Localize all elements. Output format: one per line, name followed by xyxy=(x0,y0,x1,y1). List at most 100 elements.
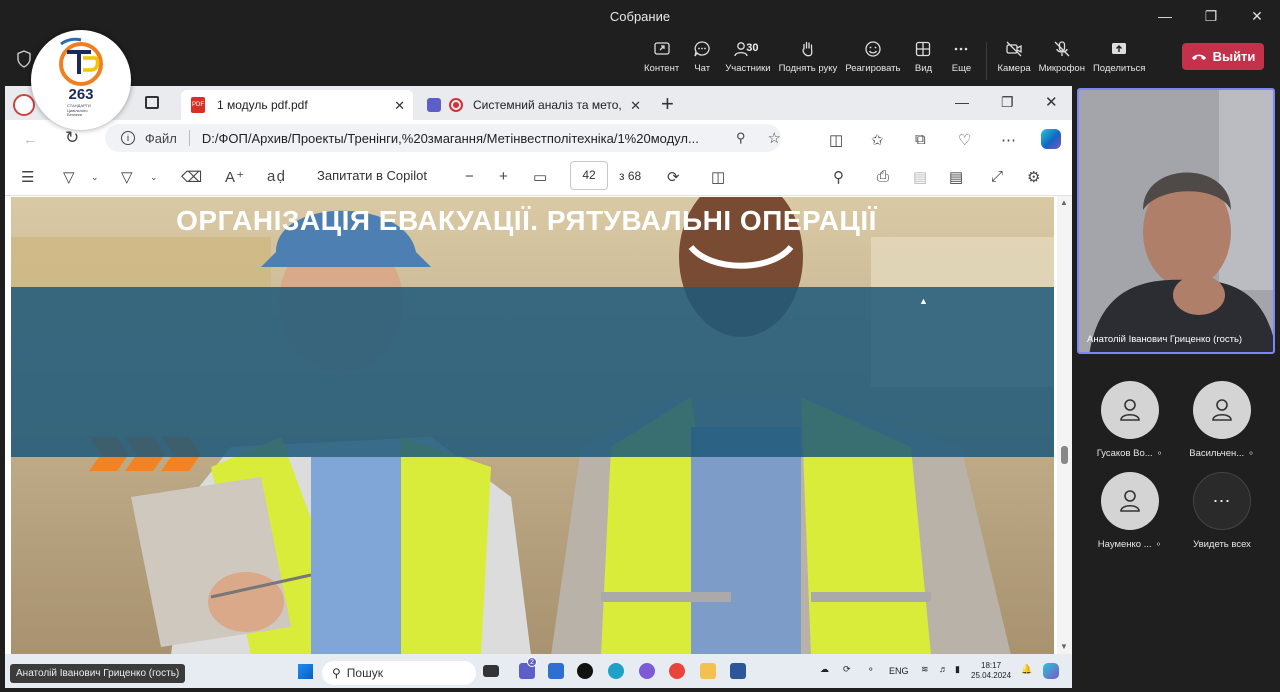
browser-tabstrip: PDF 1 модуль pdf.pdf ✕ Системний аналіз … xyxy=(5,86,1072,120)
chrome-icon[interactable] xyxy=(669,663,685,679)
search-icon: ⚲ xyxy=(332,666,341,680)
battery-icon[interactable]: ▮ xyxy=(955,664,960,675)
mic-muted-icon: ⚬ xyxy=(1155,448,1164,458)
maximize-icon[interactable]: ❐ xyxy=(1188,0,1234,32)
more-button[interactable]: Еще xyxy=(942,40,980,80)
more-icon xyxy=(955,47,968,51)
copilot-icon[interactable] xyxy=(1041,129,1061,149)
content-button[interactable]: Контент xyxy=(640,40,683,80)
notification-icon[interactable]: 🔔 xyxy=(1021,664,1032,675)
edge-icon[interactable] xyxy=(608,663,624,679)
explorer-store-icon[interactable] xyxy=(548,663,564,679)
clock-time: 18:17 xyxy=(981,661,1002,670)
highlight-icon[interactable]: ▽ xyxy=(63,168,75,186)
taskbar-search-label: Пошук xyxy=(346,666,383,680)
scroll-thumb[interactable] xyxy=(1061,446,1068,464)
favorites-icon[interactable]: ✩ xyxy=(871,131,884,149)
fit-page-icon[interactable]: ▭ xyxy=(533,168,547,186)
page-view-icon[interactable]: ◫ xyxy=(711,168,725,186)
language-indicator[interactable]: ENG xyxy=(889,666,909,676)
participant-tile[interactable]: Гусаков Во... ⚬ xyxy=(1090,381,1170,461)
meeting-toolbar: Контент Чат 30 Участники Поднять руку Ре… xyxy=(0,32,1280,86)
taskbar-search[interactable]: ⚲ Пошук xyxy=(322,661,476,685)
participant-tile[interactable]: Науменко ... ⚬ xyxy=(1090,472,1170,552)
zoom-icon[interactable]: ⚲ xyxy=(736,130,746,146)
raise-hand-button[interactable]: Поднять руку xyxy=(775,40,842,80)
health-icon[interactable]: ♡ xyxy=(958,131,971,149)
ask-copilot-button[interactable]: Запитати в Copilot xyxy=(317,168,427,183)
read-aloud-icon[interactable]: A ⁺ xyxy=(225,168,244,186)
participant-tile[interactable]: Васильчен... ⚬ xyxy=(1182,381,1262,461)
share-button[interactable]: Поделиться xyxy=(1089,40,1149,80)
react-button[interactable]: Реагировать xyxy=(841,40,904,80)
contents-icon[interactable]: ☰ xyxy=(21,168,34,186)
split-screen-icon[interactable]: ◫ xyxy=(829,131,843,149)
save-icon[interactable]: ▤ xyxy=(913,168,927,186)
sync-icon[interactable]: ⟳ xyxy=(843,664,851,675)
participant-video-tile[interactable]: Анатолій Іванович Гриценко (гость) xyxy=(1077,88,1275,354)
scroll-down-icon[interactable]: ▼ xyxy=(1060,642,1068,651)
erase-icon[interactable]: ⌫ xyxy=(181,168,202,186)
translate-icon[interactable]: a ḍ xyxy=(267,168,285,185)
close-icon[interactable]: ✕ xyxy=(1045,93,1058,111)
new-tab-icon[interactable]: + xyxy=(661,91,674,117)
chevron-down-icon[interactable]: ⌄ xyxy=(91,172,99,183)
zoom-in-icon[interactable]: + xyxy=(499,168,508,185)
close-icon[interactable]: ✕ xyxy=(1234,0,1280,32)
draw-icon[interactable]: ▽ xyxy=(121,168,133,186)
fullscreen-icon[interactable]: ⤢ xyxy=(991,168,1003,185)
chat-icon xyxy=(694,41,710,57)
view-button[interactable]: Вид xyxy=(904,40,942,80)
back-icon[interactable]: ← xyxy=(23,131,38,148)
mic-button[interactable]: Микрофон xyxy=(1035,40,1089,80)
windows-start-icon[interactable] xyxy=(298,664,313,679)
pdf-scrollbar[interactable]: ▲ ▼ xyxy=(1057,196,1072,654)
camera-button[interactable]: Камера xyxy=(993,40,1034,80)
share-screen-icon xyxy=(653,42,670,55)
volume-icon[interactable]: ♬ xyxy=(939,664,948,674)
close-tab-icon[interactable]: ✕ xyxy=(630,98,641,114)
search-icon[interactable]: ⚲ xyxy=(833,168,844,186)
tab-actions-icon[interactable] xyxy=(145,96,159,109)
messenger-icon[interactable] xyxy=(639,663,655,679)
more-participants-icon: ⋯ xyxy=(1193,472,1251,530)
minimize-icon[interactable]: — xyxy=(955,94,969,110)
settings-icon[interactable]: ⚙ xyxy=(1027,168,1040,186)
word-icon[interactable] xyxy=(730,663,746,679)
url-field[interactable]: i Файл D:/ФОП/Архив/Проекты/Тренінги,%20… xyxy=(105,124,781,152)
refresh-icon[interactable]: ↻ xyxy=(65,128,79,148)
chat-label: Чат xyxy=(694,63,711,74)
minimize-icon[interactable]: — xyxy=(1142,0,1188,32)
see-all-button[interactable]: ⋯ Увидеть всех xyxy=(1182,472,1262,552)
copilot-taskbar-icon[interactable] xyxy=(1043,663,1059,679)
leave-button[interactable]: Выйти xyxy=(1182,43,1264,70)
folder-icon[interactable] xyxy=(700,663,716,679)
zoom-out-icon[interactable]: − xyxy=(465,168,474,185)
settings-more-icon[interactable]: ⋯ xyxy=(1001,131,1016,149)
task-view-icon[interactable] xyxy=(483,665,499,677)
info-icon: i xyxy=(121,131,135,145)
participants-button[interactable]: 30 Участники xyxy=(721,40,774,80)
tab-teams[interactable]: Системний аналіз та мето, ✕ xyxy=(417,90,649,120)
taskbar-clock[interactable]: 18:17 25.04.2024 xyxy=(971,661,1011,681)
microphone-tray-icon[interactable]: ⚬ xyxy=(867,664,875,675)
page-number-input[interactable]: 42 xyxy=(570,161,608,190)
wifi-icon[interactable]: ≋ xyxy=(921,664,929,675)
see-all-label: Увидеть всех xyxy=(1193,539,1251,550)
chat-button[interactable]: Чат xyxy=(683,40,721,80)
logo-caption: СТАНДАРТИ Цивільного Безпеки xyxy=(67,103,91,117)
logo-emblem xyxy=(59,37,103,86)
tab-pdf[interactable]: PDF 1 модуль pdf.pdf ✕ xyxy=(181,90,413,120)
video-caption: Анатолій Іванович Гриценко (гость) xyxy=(1087,334,1243,345)
favorite-icon[interactable]: ☆ xyxy=(768,129,781,147)
collections-icon[interactable]: ⧉ xyxy=(915,131,926,148)
cloud-icon[interactable]: ☁ xyxy=(820,664,829,675)
close-tab-icon[interactable]: ✕ xyxy=(394,98,405,114)
rotate-icon[interactable]: ⟳ xyxy=(667,168,680,186)
chevron-down-icon[interactable]: ⌄ xyxy=(150,172,158,183)
tiktok-icon[interactable] xyxy=(577,663,593,679)
save-as-icon[interactable]: ▤ xyxy=(949,168,963,186)
restore-icon[interactable]: ❐ xyxy=(1001,94,1014,111)
print-icon[interactable]: ⎙ xyxy=(877,168,889,185)
scroll-up-icon[interactable]: ▲ xyxy=(1060,198,1068,207)
